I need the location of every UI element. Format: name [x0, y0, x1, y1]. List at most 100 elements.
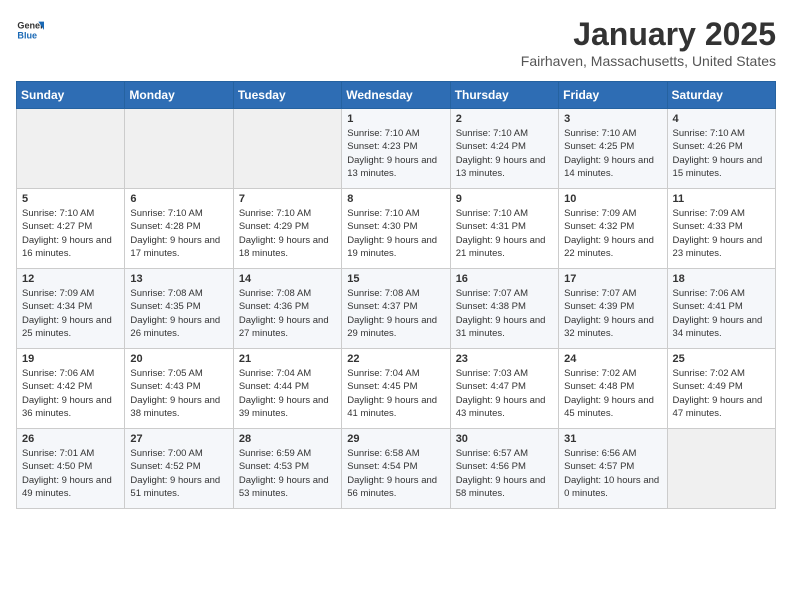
generalblue-logo-icon: General Blue [16, 16, 44, 44]
header-sunday: Sunday [17, 82, 125, 109]
day-number: 9 [456, 193, 553, 205]
table-row: 26 Sunrise: 7:01 AMSunset: 4:50 PMDayligh… [17, 429, 125, 509]
day-info: Sunrise: 7:07 AMSunset: 4:39 PMDaylight:… [564, 287, 661, 340]
day-info: Sunrise: 7:02 AMSunset: 4:48 PMDaylight:… [564, 367, 661, 420]
calendar-week-row: 5 Sunrise: 7:10 AMSunset: 4:27 PMDaylight… [17, 189, 776, 269]
table-row: 20 Sunrise: 7:05 AMSunset: 4:43 PMDayligh… [125, 349, 233, 429]
table-row: 27 Sunrise: 7:00 AMSunset: 4:52 PMDayligh… [125, 429, 233, 509]
day-number: 22 [347, 353, 444, 365]
day-number: 15 [347, 273, 444, 285]
day-number: 19 [22, 353, 119, 365]
table-row: 19 Sunrise: 7:06 AMSunset: 4:42 PMDayligh… [17, 349, 125, 429]
day-info: Sunrise: 7:00 AMSunset: 4:52 PMDaylight:… [130, 447, 227, 500]
calendar-week-row: 19 Sunrise: 7:06 AMSunset: 4:42 PMDayligh… [17, 349, 776, 429]
day-info: Sunrise: 7:01 AMSunset: 4:50 PMDaylight:… [22, 447, 119, 500]
title-area: January 2025 Fairhaven, Massachusetts, U… [521, 16, 776, 69]
table-row: 14Sunrise: 7:08 AMSunset: 4:36 PMDayligh… [233, 269, 341, 349]
day-info: Sunrise: 7:10 AMSunset: 4:26 PMDaylight:… [673, 127, 770, 180]
day-number: 17 [564, 273, 661, 285]
table-row [667, 429, 775, 509]
table-row: 12Sunrise: 7:09 AMSunset: 4:34 PMDayligh… [17, 269, 125, 349]
calendar-table: Sunday Monday Tuesday Wednesday Thursday… [16, 81, 776, 509]
header: General Blue January 2025 Fairhaven, Mas… [16, 16, 776, 69]
day-number: 27 [130, 433, 227, 445]
table-row: 31 Sunrise: 6:56 AMSunset: 4:57 PMDayligh… [559, 429, 667, 509]
day-info: Sunrise: 7:10 AMSunset: 4:28 PMDaylight:… [130, 207, 227, 260]
day-number: 11 [673, 193, 770, 205]
day-number: 26 [22, 433, 119, 445]
day-info: Sunrise: 7:10 AMSunset: 4:23 PMDaylight:… [347, 127, 444, 180]
svg-text:Blue: Blue [17, 30, 37, 40]
day-info: Sunrise: 7:04 AMSunset: 4:44 PMDaylight:… [239, 367, 336, 420]
day-info: Sunrise: 7:10 AMSunset: 4:24 PMDaylight:… [456, 127, 553, 180]
day-number: 6 [130, 193, 227, 205]
day-number: 5 [22, 193, 119, 205]
day-number: 18 [673, 273, 770, 285]
day-number: 12 [22, 273, 119, 285]
calendar-week-row: 1Sunrise: 7:10 AMSunset: 4:23 PMDaylight… [17, 109, 776, 189]
day-info: Sunrise: 7:10 AMSunset: 4:27 PMDaylight:… [22, 207, 119, 260]
day-number: 30 [456, 433, 553, 445]
table-row: 11Sunrise: 7:09 AMSunset: 4:33 PMDayligh… [667, 189, 775, 269]
day-info: Sunrise: 7:10 AMSunset: 4:29 PMDaylight:… [239, 207, 336, 260]
location-subtitle: Fairhaven, Massachusetts, United States [521, 53, 776, 69]
day-info: Sunrise: 6:59 AMSunset: 4:53 PMDaylight:… [239, 447, 336, 500]
logo: General Blue [16, 16, 44, 44]
day-number: 10 [564, 193, 661, 205]
day-number: 13 [130, 273, 227, 285]
table-row: 22 Sunrise: 7:04 AMSunset: 4:45 PMDayligh… [342, 349, 450, 429]
day-number: 3 [564, 113, 661, 125]
day-number: 20 [130, 353, 227, 365]
table-row: 18 Sunrise: 7:06 AMSunset: 4:41 PMDayligh… [667, 269, 775, 349]
day-info: Sunrise: 7:05 AMSunset: 4:43 PMDaylight:… [130, 367, 227, 420]
header-wednesday: Wednesday [342, 82, 450, 109]
day-number: 14 [239, 273, 336, 285]
day-info: Sunrise: 7:10 AMSunset: 4:31 PMDaylight:… [456, 207, 553, 260]
header-thursday: Thursday [450, 82, 558, 109]
table-row: 29 Sunrise: 6:58 AMSunset: 4:54 PMDayligh… [342, 429, 450, 509]
month-title: January 2025 [521, 16, 776, 53]
day-info: Sunrise: 7:08 AMSunset: 4:35 PMDaylight:… [130, 287, 227, 340]
day-info: Sunrise: 7:08 AMSunset: 4:37 PMDaylight:… [347, 287, 444, 340]
table-row: 8Sunrise: 7:10 AMSunset: 4:30 PMDaylight… [342, 189, 450, 269]
table-row: 3Sunrise: 7:10 AMSunset: 4:25 PMDaylight… [559, 109, 667, 189]
header-monday: Monday [125, 82, 233, 109]
table-row: 9 Sunrise: 7:10 AMSunset: 4:31 PMDaylight… [450, 189, 558, 269]
table-row: 16 Sunrise: 7:07 AMSunset: 4:38 PMDayligh… [450, 269, 558, 349]
table-row: 13 Sunrise: 7:08 AMSunset: 4:35 PMDayligh… [125, 269, 233, 349]
day-number: 7 [239, 193, 336, 205]
table-row: 5 Sunrise: 7:10 AMSunset: 4:27 PMDaylight… [17, 189, 125, 269]
table-row: 17 Sunrise: 7:07 AMSunset: 4:39 PMDayligh… [559, 269, 667, 349]
day-info: Sunrise: 7:06 AMSunset: 4:42 PMDaylight:… [22, 367, 119, 420]
table-row [125, 109, 233, 189]
day-info: Sunrise: 7:04 AMSunset: 4:45 PMDaylight:… [347, 367, 444, 420]
table-row: 25Sunrise: 7:02 AMSunset: 4:49 PMDayligh… [667, 349, 775, 429]
table-row: 24 Sunrise: 7:02 AMSunset: 4:48 PMDayligh… [559, 349, 667, 429]
calendar-week-row: 26 Sunrise: 7:01 AMSunset: 4:50 PMDayligh… [17, 429, 776, 509]
day-info: Sunrise: 7:03 AMSunset: 4:47 PMDaylight:… [456, 367, 553, 420]
table-row: 30 Sunrise: 6:57 AMSunset: 4:56 PMDayligh… [450, 429, 558, 509]
table-row: 23 Sunrise: 7:03 AMSunset: 4:47 PMDayligh… [450, 349, 558, 429]
day-info: Sunrise: 7:07 AMSunset: 4:38 PMDaylight:… [456, 287, 553, 340]
table-row: 2 Sunrise: 7:10 AMSunset: 4:24 PMDaylight… [450, 109, 558, 189]
day-info: Sunrise: 7:06 AMSunset: 4:41 PMDaylight:… [673, 287, 770, 340]
day-info: Sunrise: 6:58 AMSunset: 4:54 PMDaylight:… [347, 447, 444, 500]
day-header-row: Sunday Monday Tuesday Wednesday Thursday… [17, 82, 776, 109]
day-number: 29 [347, 433, 444, 445]
day-number: 31 [564, 433, 661, 445]
table-row: 10Sunrise: 7:09 AMSunset: 4:32 PMDayligh… [559, 189, 667, 269]
day-info: Sunrise: 6:57 AMSunset: 4:56 PMDaylight:… [456, 447, 553, 500]
day-number: 21 [239, 353, 336, 365]
table-row: 15 Sunrise: 7:08 AMSunset: 4:37 PMDayligh… [342, 269, 450, 349]
day-number: 24 [564, 353, 661, 365]
day-info: Sunrise: 6:56 AMSunset: 4:57 PMDaylight:… [564, 447, 661, 500]
table-row: 21 Sunrise: 7:04 AMSunset: 4:44 PMDayligh… [233, 349, 341, 429]
day-number: 28 [239, 433, 336, 445]
day-number: 23 [456, 353, 553, 365]
day-number: 16 [456, 273, 553, 285]
table-row: 7 Sunrise: 7:10 AMSunset: 4:29 PMDaylight… [233, 189, 341, 269]
day-number: 4 [673, 113, 770, 125]
day-number: 2 [456, 113, 553, 125]
table-row: 28 Sunrise: 6:59 AMSunset: 4:53 PMDayligh… [233, 429, 341, 509]
table-row: 4 Sunrise: 7:10 AMSunset: 4:26 PMDaylight… [667, 109, 775, 189]
